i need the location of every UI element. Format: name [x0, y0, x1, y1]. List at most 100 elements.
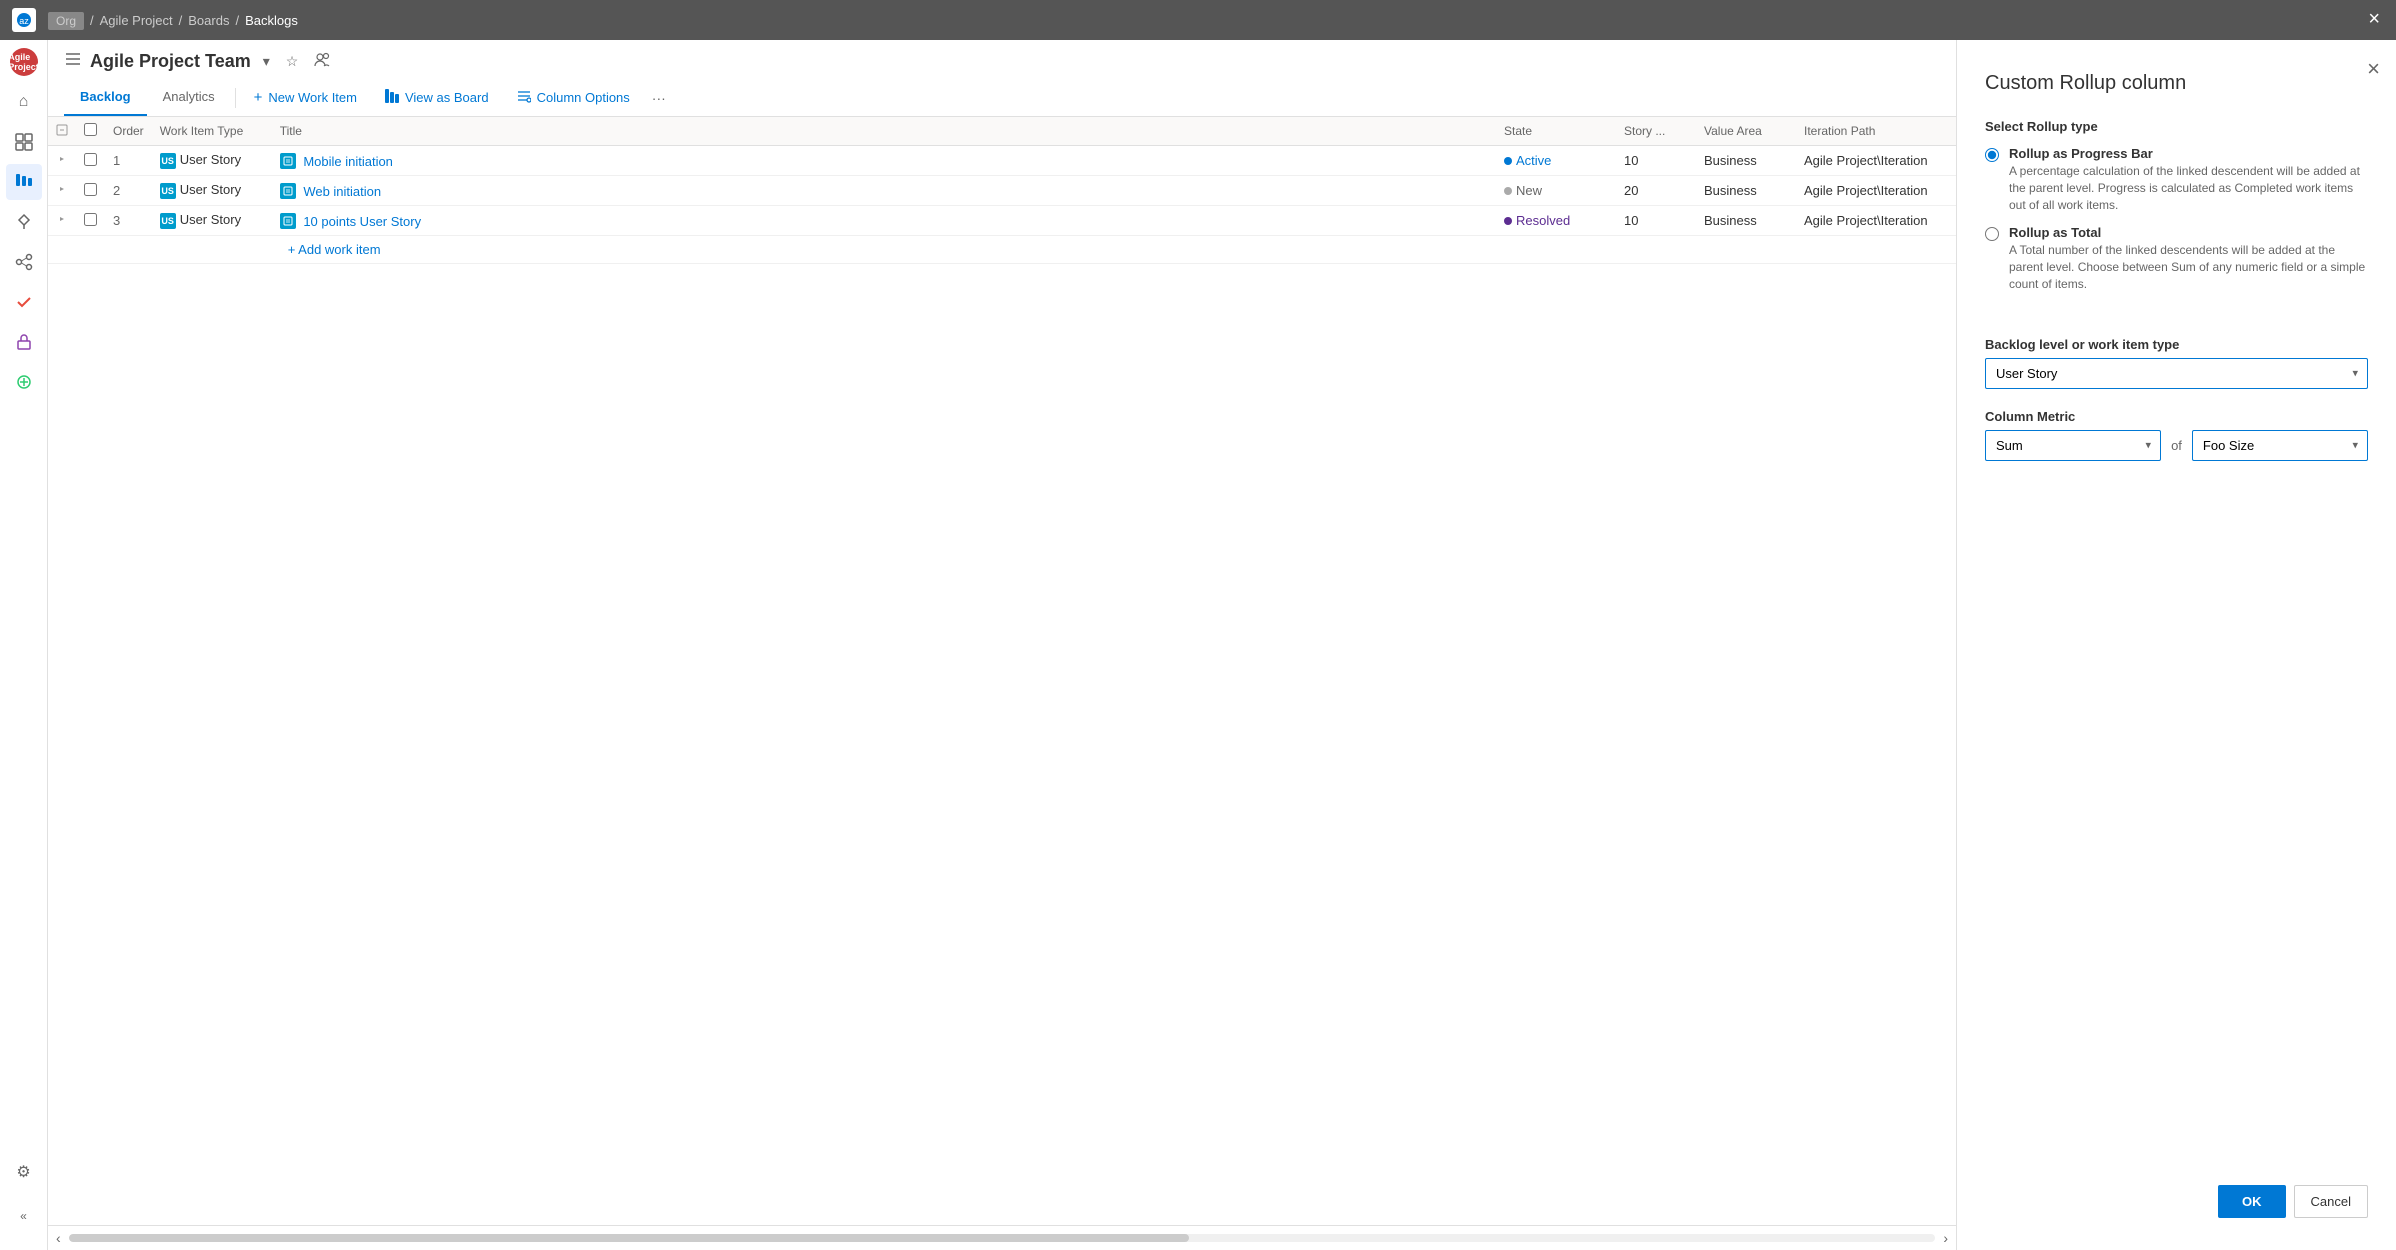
boards-icon[interactable] [6, 164, 42, 200]
breadcrumb-project[interactable]: Agile Project [100, 13, 173, 28]
pipelines-icon[interactable] [6, 244, 42, 280]
add-item-button[interactable]: + Add work item [280, 238, 389, 261]
state-dot-1 [1504, 187, 1512, 195]
metric-select[interactable]: SumCountAverage [1985, 430, 2161, 461]
rollup-progress-bar-label: Rollup as Progress Bar [2009, 146, 2368, 161]
breadcrumb-org[interactable]: Org [48, 13, 84, 28]
row-story-0: 10 [1616, 146, 1696, 176]
scrollbar-thumb [69, 1234, 1189, 1242]
metric-field-select-wrapper: Foo SizeStory PointsEffort ▾ [2192, 430, 2368, 461]
repos-icon[interactable] [6, 204, 42, 240]
page-title: Agile Project Team [90, 51, 251, 72]
avatar: Agile Project [10, 48, 38, 76]
row-order-2: 3 [105, 206, 152, 236]
backlog-level-select[interactable]: User StoryTaskBugFeature [1985, 358, 2368, 389]
backlog-container: Order Work Item Type Title State Story .… [48, 117, 1956, 1225]
custom-rollup-panel: Custom Rollup column × Select Rollup typ… [1956, 40, 2396, 1250]
home-icon[interactable]: ⌂ [6, 84, 42, 120]
row-iteration-1: Agile Project\Iteration [1796, 176, 1956, 206]
metric-row: SumCountAverage ▾ of Foo SizeStory Point… [1985, 430, 2368, 461]
col-iteration-header: Iteration Path [1796, 117, 1956, 146]
table-header-row: Order Work Item Type Title State Story .… [48, 117, 1956, 146]
row-order-0: 1 [105, 146, 152, 176]
row-title-link-0[interactable]: Mobile initiation [303, 154, 393, 169]
tab-backlog[interactable]: Backlog [64, 79, 147, 116]
col-expand-header [48, 117, 76, 146]
row-checkbox-2[interactable] [84, 213, 97, 226]
more-options-button[interactable]: ··· [644, 82, 674, 114]
rollup-total-option: Rollup as Total A Total number of the li… [1985, 225, 2368, 292]
testplans-icon[interactable] [6, 284, 42, 320]
work-item-icon-2: US [160, 213, 176, 229]
extensions-icon[interactable] [6, 364, 42, 400]
scroll-right-button[interactable]: › [1935, 1230, 1956, 1246]
backlog-table: Order Work Item Type Title State Story .… [48, 117, 1956, 264]
table-row: 2 USUser Story Web initiation New 20 Bus… [48, 176, 1956, 206]
rollup-type-label: Select Rollup type [1985, 119, 2368, 134]
board-icon [385, 89, 399, 106]
select-all-checkbox[interactable] [84, 123, 97, 136]
view-as-board-button[interactable]: View as Board [371, 81, 503, 114]
horizontal-scrollbar[interactable] [69, 1234, 1936, 1242]
row-type-0: USUser Story [152, 146, 272, 176]
collapse-sidebar-icon[interactable]: « [6, 1198, 42, 1234]
row-checkbox-1[interactable] [84, 183, 97, 196]
row-iteration-2: Agile Project\Iteration [1796, 206, 1956, 236]
panel-close-button[interactable]: × [2367, 56, 2380, 82]
window-close-button[interactable]: × [2368, 8, 2380, 31]
col-value-header: Value Area [1696, 117, 1796, 146]
ok-button[interactable]: OK [2218, 1185, 2286, 1218]
column-options-button[interactable]: Column Options [503, 81, 644, 114]
breadcrumb-current: Backlogs [245, 13, 298, 28]
rollup-progress-bar-radio[interactable] [1985, 148, 1999, 162]
tab-divider [235, 88, 236, 108]
row-checkbox-0[interactable] [84, 153, 97, 166]
panel-title: Custom Rollup column [1985, 72, 2368, 95]
cancel-button[interactable]: Cancel [2294, 1185, 2368, 1218]
app-logo: az [12, 8, 36, 32]
breadcrumb-boards[interactable]: Boards [188, 13, 229, 28]
backlog-level-select-wrapper: User StoryTaskBugFeature ▾ [1985, 358, 2368, 389]
metric-field-select[interactable]: Foo SizeStory PointsEffort [2192, 430, 2368, 461]
metric-of-label: of [2171, 438, 2182, 453]
team-button[interactable] [310, 50, 334, 73]
title-icon-2 [280, 213, 296, 229]
scroll-left-button[interactable]: ‹ [48, 1230, 69, 1246]
table-row: 3 USUser Story 10 points User Story Reso… [48, 206, 1956, 236]
tab-analytics[interactable]: Analytics [147, 79, 231, 116]
row-value-2: Business [1696, 206, 1796, 236]
col-story-header: Story ... [1616, 117, 1696, 146]
title-icon-0 [280, 153, 296, 169]
row-title-link-1[interactable]: Web initiation [303, 184, 381, 199]
row-value-0: Business [1696, 146, 1796, 176]
metric-select-wrapper: SumCountAverage ▾ [1985, 430, 2161, 461]
col-title-header: Title [272, 117, 1496, 146]
row-iteration-0: Agile Project\Iteration [1796, 146, 1956, 176]
column-icon [517, 89, 531, 106]
rollup-progress-bar-content: Rollup as Progress Bar A percentage calc… [2009, 146, 2368, 213]
col-order-header: Order [105, 117, 152, 146]
rollup-total-label: Rollup as Total [2009, 225, 2368, 240]
row-value-1: Business [1696, 176, 1796, 206]
rollup-total-radio[interactable] [1985, 227, 1999, 241]
state-dot-0 [1504, 157, 1512, 165]
sidebar-bottom: ⚙ « [6, 1154, 42, 1250]
state-dot-2 [1504, 217, 1512, 225]
artifacts-icon[interactable] [6, 324, 42, 360]
new-work-item-button[interactable]: + New Work Item [240, 81, 371, 114]
rollup-type-section: Select Rollup type Rollup as Progress Ba… [1985, 119, 2368, 317]
col-type-header: Work Item Type [152, 117, 272, 146]
rollup-progress-bar-option: Rollup as Progress Bar A percentage calc… [1985, 146, 2368, 213]
row-story-2: 10 [1616, 206, 1696, 236]
favorite-button[interactable]: ☆ [282, 51, 303, 72]
title-row: Agile Project Team ▾ ☆ [64, 50, 1940, 79]
row-type-1: USUser Story [152, 176, 272, 206]
settings-icon[interactable]: ⚙ [6, 1154, 42, 1190]
top-bar: az Org / Agile Project / Boards / Backlo… [0, 0, 2396, 40]
row-title-link-2[interactable]: 10 points User Story [303, 214, 421, 229]
title-dropdown-button[interactable]: ▾ [259, 51, 274, 72]
overview-icon[interactable] [6, 124, 42, 160]
rollup-progress-bar-desc: A percentage calculation of the linked d… [2009, 163, 2368, 213]
row-state-0: Active [1496, 146, 1616, 176]
row-order-1: 2 [105, 176, 152, 206]
